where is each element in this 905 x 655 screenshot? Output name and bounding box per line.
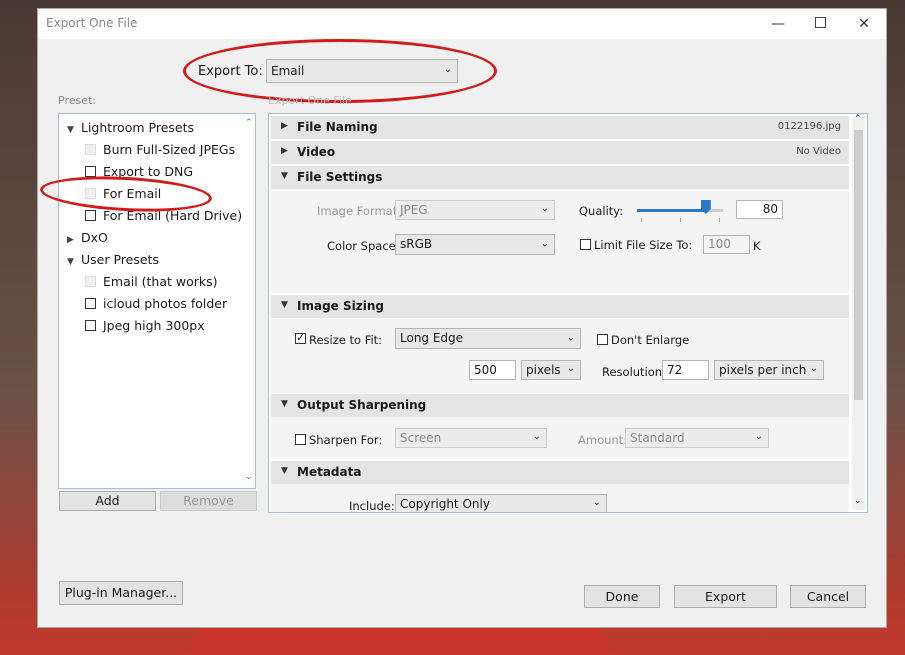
preset-item-burn-full-sized[interactable]: Burn Full-Sized JPEGs [85,142,235,157]
checkbox [85,144,96,155]
limit-file-size-checkbox[interactable]: Limit File Size To: [580,238,692,252]
section-output-sharpening[interactable]: ▼ Output Sharpening [271,394,849,417]
add-preset-button[interactable]: Add [59,491,156,511]
checkbox[interactable] [597,334,608,345]
section-image-sizing[interactable]: ▼ Image Sizing [271,295,849,318]
preset-item-email-that-works[interactable]: Email (that works) [85,274,218,289]
plugin-manager-button[interactable]: Plug-in Manager... [59,581,183,605]
chevron-down-icon: ⌄ [809,363,818,375]
size-unit-select[interactable]: pixels ⌄ [521,360,581,380]
title-bar: Export One File — ✕ [38,9,886,39]
chevron-down-icon: ⌄ [592,497,601,509]
scrollbar-thumb[interactable] [854,130,863,400]
resolution-input[interactable]: 72 [662,360,709,380]
collapsed-triangle-icon: ▶ [281,146,288,156]
export-button[interactable]: Export [674,585,777,608]
scroll-down-icon[interactable]: ⌄ [854,496,862,506]
preset-item-jpeg-high[interactable]: Jpeg high 300px [85,318,205,333]
preset-item-icloud-photos[interactable]: icloud photos folder [85,296,227,311]
section-file-settings[interactable]: ▼ File Settings [271,166,849,189]
color-space-select[interactable]: sRGB ⌄ [395,234,555,255]
preset-group-lightroom[interactable]: ▼ Lightroom Presets [67,120,194,135]
checkbox[interactable] [295,333,306,344]
checkbox[interactable] [295,434,306,445]
quality-label: Quality: [579,204,624,218]
scroll-up-icon[interactable]: ⌃ [854,114,862,124]
sharpen-for-checkbox[interactable]: Sharpen For: [295,433,382,447]
image-format-label: Image Format: [317,204,402,218]
checkbox [85,276,96,287]
quality-input[interactable]: 80 [736,200,783,219]
resize-to-fit-checkbox[interactable]: Resize to Fit: [295,333,382,347]
preset-group-user[interactable]: ▼ User Presets [67,252,159,267]
amount-select[interactable]: Standard ⌄ [625,428,769,448]
scroll-up-icon[interactable]: ⌃ [245,118,253,128]
preset-group-dxo[interactable]: ▶ DxO [67,230,108,245]
done-button[interactable]: Done [584,585,660,608]
export-dialog: Export One File — ✕ Export To: Email ⌄ Pr… [37,8,887,628]
maximize-icon[interactable] [800,13,840,35]
limit-file-size-input[interactable]: 100 [703,235,750,254]
chevron-down-icon: ⌄ [532,431,541,443]
expanded-triangle-icon: ▼ [281,466,288,476]
settings-scrollbar[interactable]: ⌃ ⌄ [852,114,865,510]
remove-preset-button[interactable]: Remove [160,491,257,511]
section-file-naming[interactable]: ▶ File Naming 0122196.jpg [271,116,849,139]
chevron-down-icon: ⌄ [540,238,549,250]
amount-label: Amount: [578,433,628,447]
resolution-label: Resolution: [602,365,666,379]
checkbox[interactable] [85,210,96,221]
expanded-triangle-icon: ▼ [67,257,74,267]
checkbox[interactable] [85,298,96,309]
scroll-down-icon[interactable]: ⌄ [245,472,253,482]
collapsed-triangle-icon: ▶ [281,121,288,131]
limit-unit: K [753,239,761,253]
section-video[interactable]: ▶ Video No Video [271,141,849,164]
include-label: Include: [349,499,395,513]
chevron-down-icon: ⌄ [754,431,763,443]
checkbox[interactable] [85,166,96,177]
export-settings-panel: ▶ File Naming 0122196.jpg ▶ Video No Vid… [268,113,868,513]
size-input[interactable]: 500 [469,360,516,380]
minimize-icon[interactable]: — [758,13,798,35]
checkbox[interactable] [85,320,96,331]
preset-label: Preset: [58,94,97,107]
chevron-down-icon: ⌄ [540,203,549,215]
expanded-triangle-icon: ▼ [67,125,74,135]
checkbox[interactable] [580,239,591,250]
sharpen-for-select[interactable]: Screen ⌄ [395,428,547,448]
close-icon[interactable]: ✕ [844,13,884,35]
resize-mode-select[interactable]: Long Edge ⌄ [395,328,581,349]
preset-tree: ▼ Lightroom Presets Burn Full-Sized JPEGs… [58,113,256,489]
dont-enlarge-checkbox[interactable]: Don't Enlarge [597,333,689,347]
section-metadata[interactable]: ▼ Metadata [271,461,849,484]
collapsed-triangle-icon: ▶ [67,235,74,245]
image-format-select[interactable]: JPEG ⌄ [395,200,555,220]
window-title: Export One File [46,16,138,30]
section-header-faded: Export One File [268,94,352,107]
expanded-triangle-icon: ▼ [281,300,288,310]
resolution-unit-select[interactable]: pixels per inch ⌄ [714,360,824,380]
expanded-triangle-icon: ▼ [281,171,288,181]
color-space-label: Color Space: [327,239,400,253]
include-select[interactable]: Copyright Only ⌄ [395,494,607,512]
chevron-down-icon: ⌄ [566,363,575,375]
expanded-triangle-icon: ▼ [281,399,288,409]
chevron-down-icon: ⌄ [566,332,575,344]
cancel-button[interactable]: Cancel [790,585,866,608]
